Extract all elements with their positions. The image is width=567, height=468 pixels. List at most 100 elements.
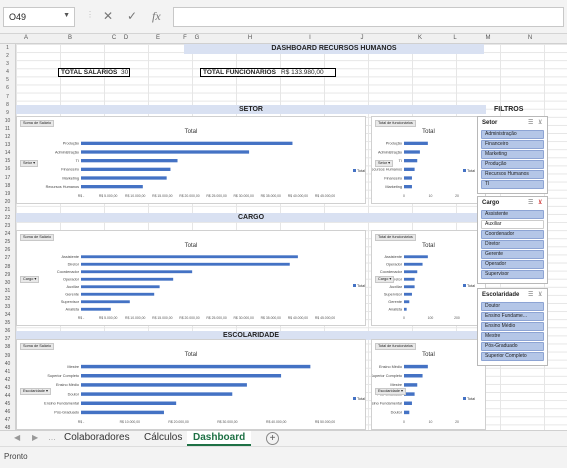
bar[interactable] <box>81 392 233 396</box>
column-header-e[interactable]: E <box>148 35 168 41</box>
row-header-13[interactable]: 13 <box>0 141 15 149</box>
chart-tag[interactable]: Total de funcionários <box>375 120 416 127</box>
column-header-g[interactable]: G <box>187 35 207 41</box>
row-header-30[interactable]: 30 <box>0 279 15 287</box>
bar[interactable] <box>404 159 418 163</box>
field-button[interactable]: Cargo ▾ <box>375 276 395 283</box>
row-header-22[interactable]: 22 <box>0 214 15 222</box>
row-header-29[interactable]: 29 <box>0 271 15 279</box>
chart-setor-funcionarios[interactable]: Produção Administração TI Recursos Humanos F… <box>371 116 486 204</box>
row-header-8[interactable]: 8 <box>0 101 15 109</box>
slicer-item[interactable]: Doutor <box>481 302 544 311</box>
slicer-item[interactable]: TI <box>481 180 544 189</box>
slicer-item[interactable]: Pós-Graduado <box>481 342 544 351</box>
column-header-h[interactable]: H <box>240 35 260 41</box>
row-header-34[interactable]: 34 <box>0 311 15 319</box>
row-header-47[interactable]: 47 <box>0 416 15 424</box>
bar[interactable] <box>404 300 410 304</box>
chart-escolaridade-funcionarios[interactable]: Ensino MédioSuperior CompletoMestrePós-G… <box>371 339 486 430</box>
chart-tag[interactable]: Soma de Salário <box>20 343 55 350</box>
row-header-19[interactable]: 19 <box>0 190 15 198</box>
chart-tag[interactable]: Soma de Salário <box>20 234 55 241</box>
row-header-12[interactable]: 12 <box>0 133 15 141</box>
bar[interactable] <box>404 185 412 189</box>
slicer-item[interactable]: Administração <box>481 130 544 139</box>
bar[interactable] <box>81 277 174 281</box>
column-header-k[interactable]: K <box>410 35 430 41</box>
column-header-j[interactable]: J <box>352 35 372 41</box>
row-header-39[interactable]: 39 <box>0 352 15 360</box>
field-button[interactable]: Cargo ▾ <box>20 276 40 283</box>
slicer-item[interactable]: Gerente <box>481 250 544 259</box>
bar[interactable] <box>81 150 250 154</box>
row-header-26[interactable]: 26 <box>0 246 15 254</box>
bar[interactable] <box>81 262 290 266</box>
slicer-item[interactable]: Financeiro <box>481 140 544 149</box>
bar[interactable] <box>81 176 167 180</box>
row-header-18[interactable]: 18 <box>0 182 15 190</box>
add-sheet-icon[interactable]: + <box>266 432 279 445</box>
bar[interactable] <box>81 401 177 405</box>
slicer-item[interactable]: Mestre <box>481 332 544 341</box>
insert-function-icon[interactable]: fx <box>152 9 161 24</box>
bar[interactable] <box>404 364 428 369</box>
slicer-cargo[interactable]: Cargo ☰ ⊻ Assistente Auxiliar Coordenador Dir… <box>477 196 548 284</box>
slicer-item[interactable]: Diretor <box>481 240 544 249</box>
bar[interactable] <box>81 300 130 304</box>
slicer-item[interactable]: Produção <box>481 160 544 169</box>
bar[interactable] <box>404 255 428 259</box>
more-tabs-icon[interactable]: … <box>48 433 56 442</box>
bar[interactable] <box>81 307 111 311</box>
column-header-a[interactable]: A <box>16 35 36 41</box>
field-button[interactable]: Escolaridade ▾ <box>375 388 406 395</box>
bar[interactable] <box>81 364 311 369</box>
bar[interactable] <box>404 292 412 296</box>
worksheet-grid[interactable]: DASHBOARD RECURSOS HUMANOS TOTAL SALÁRIO… <box>16 44 567 430</box>
chart-escolaridade-salario[interactable]: Mestre Superior Completo Ensino Médio Douto… <box>16 339 366 430</box>
row-header-7[interactable]: 7 <box>0 93 15 101</box>
row-header-9[interactable]: 9 <box>0 109 15 117</box>
chevron-down-icon[interactable]: ▼ <box>63 12 70 19</box>
row-header-16[interactable]: 16 <box>0 165 15 173</box>
column-header-b[interactable]: B <box>60 35 80 41</box>
chart-setor-salario[interactable]: Produção Administração TI Financeiro Marketi… <box>16 116 366 204</box>
bar[interactable] <box>81 285 160 289</box>
row-header-41[interactable]: 41 <box>0 368 15 376</box>
slicer-item[interactable]: Marketing <box>481 150 544 159</box>
bar[interactable] <box>404 150 420 154</box>
bar[interactable] <box>81 185 143 189</box>
bar[interactable] <box>81 167 171 171</box>
row-header-24[interactable]: 24 <box>0 230 15 238</box>
clear-filter-icon[interactable]: ⊻ <box>538 291 542 300</box>
row-header-10[interactable]: 10 <box>0 117 15 125</box>
slicer-item[interactable]: Superior Completo <box>481 352 544 361</box>
row-header-28[interactable]: 28 <box>0 263 15 271</box>
bar[interactable] <box>404 401 412 405</box>
column-header-l[interactable]: L <box>445 35 465 41</box>
row-header-4[interactable]: 4 <box>0 68 15 76</box>
name-box[interactable]: O49 ▼ <box>3 7 75 27</box>
bar[interactable] <box>81 255 298 259</box>
chart-tag[interactable]: Total de funcionários <box>375 343 416 350</box>
row-header-38[interactable]: 38 <box>0 343 15 351</box>
row-header-32[interactable]: 32 <box>0 295 15 303</box>
row-header-33[interactable]: 33 <box>0 303 15 311</box>
tab-calculos[interactable]: Cálculos <box>138 431 188 446</box>
clear-filter-icon[interactable]: ⊻ <box>538 199 542 208</box>
field-button[interactable]: Setor ▾ <box>375 160 394 167</box>
row-header-14[interactable]: 14 <box>0 149 15 157</box>
multi-select-icon[interactable]: ☰ <box>528 119 533 128</box>
bar[interactable] <box>81 374 282 378</box>
slicer-item[interactable]: Coordenador <box>481 230 544 239</box>
bar[interactable] <box>404 141 428 145</box>
row-header-45[interactable]: 45 <box>0 400 15 408</box>
row-header-40[interactable]: 40 <box>0 360 15 368</box>
slicer-item[interactable]: Recursos Humanos <box>481 170 544 179</box>
clear-filter-icon[interactable]: ⊻ <box>538 119 542 128</box>
formula-input[interactable] <box>173 7 564 27</box>
slicer-item[interactable]: Assistente <box>481 210 544 219</box>
multi-select-icon[interactable]: ☰ <box>528 199 533 208</box>
bar[interactable] <box>81 159 178 163</box>
row-header-46[interactable]: 46 <box>0 408 15 416</box>
field-button[interactable]: Setor ▾ <box>20 160 39 167</box>
